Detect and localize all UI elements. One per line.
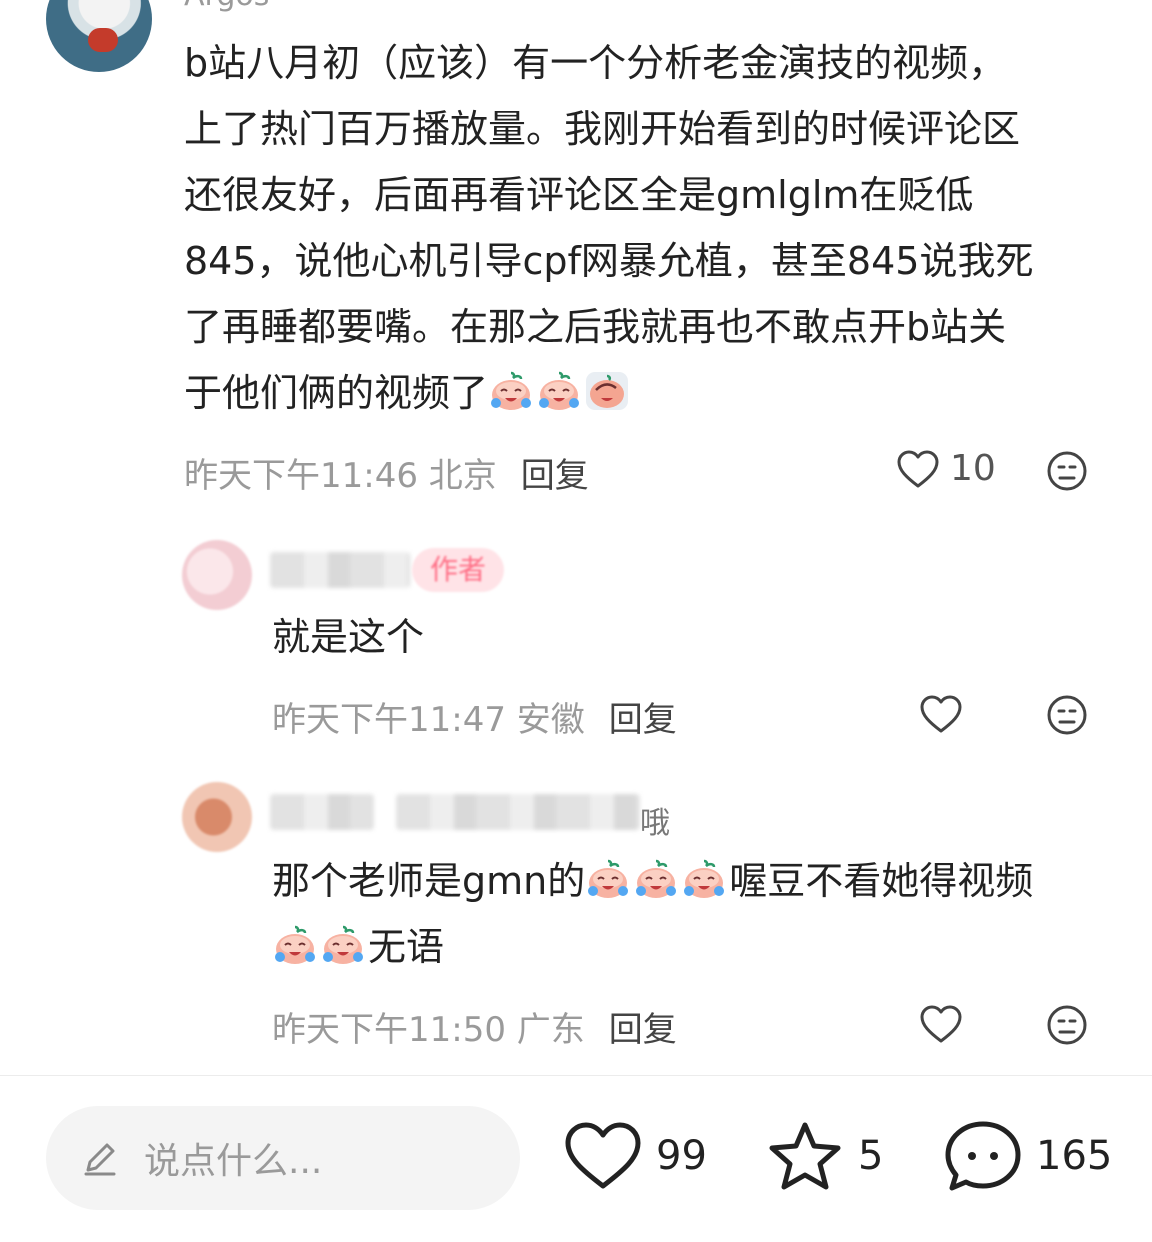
- reply-button[interactable]: 回复: [609, 1010, 677, 1050]
- comment-meta: 昨天下午11:50 广东 回复: [272, 1002, 677, 1051]
- heart-outline-icon: [919, 694, 963, 734]
- like-button[interactable]: 10: [896, 448, 996, 489]
- heart-outline-icon: [565, 1122, 641, 1189]
- comment-text-line: 845，说他心机引导cpf网暴允植，甚至845说我死: [184, 239, 1034, 283]
- bottom-action-bar: 说点什么... 99 5 165: [0, 1076, 1152, 1242]
- comment-text-line: 上了热门百万播放量。我刚开始看到的时候评论区: [184, 107, 1021, 151]
- star-outline-icon: [769, 1122, 841, 1190]
- like-button[interactable]: [919, 694, 963, 734]
- facepalm-peach-emoji: [584, 366, 630, 408]
- comment-count: 165: [1036, 1133, 1113, 1179]
- input-placeholder: 说点什么...: [144, 1141, 323, 1182]
- comment-text-line: 无语: [272, 914, 1122, 980]
- username-suffix: 哦: [640, 806, 670, 841]
- crying-peach-emoji: [633, 854, 679, 896]
- comment-time: 昨天下午11:46 北京: [184, 456, 497, 496]
- comment-time: 昨天下午11:47 安徽: [272, 700, 585, 740]
- author-badge: 作者: [412, 548, 505, 592]
- comment-text-line: 那个老师是gmn的 喔豆不看她得视频: [272, 848, 1122, 914]
- comment-text-span: 那个老师是gmn的: [272, 859, 586, 903]
- crying-peach-emoji: [320, 920, 366, 962]
- heart-outline-icon: [919, 1004, 963, 1044]
- avatar[interactable]: [182, 540, 252, 610]
- favorite-button[interactable]: 5: [766, 1120, 883, 1192]
- crying-peach-emoji: [272, 920, 318, 962]
- crying-peach-emoji: [536, 366, 582, 408]
- username-blurred: [396, 794, 640, 830]
- comment-text-line: 还很友好，后面再看评论区全是gmlglm在贬低: [184, 173, 974, 217]
- comment-text: 就是这个: [272, 604, 424, 670]
- comment-text-line: b站八月初（应该）有一个分析老金演技的视频，: [184, 41, 1007, 85]
- post-like-count: 99: [656, 1133, 707, 1179]
- comment-text-span: 于他们俩的视频了: [184, 371, 489, 415]
- crying-peach-emoji: [681, 854, 727, 896]
- comment-button[interactable]: 165: [944, 1120, 1112, 1192]
- reply-button[interactable]: 回复: [521, 456, 589, 496]
- comment-meta: 昨天下午11:47 安徽 回复: [272, 692, 677, 741]
- comment-text-span: 无语: [368, 925, 445, 969]
- post-like-button[interactable]: 99: [564, 1120, 707, 1192]
- crying-peach-emoji: [488, 366, 534, 408]
- comment-time: 昨天下午11:50 广东: [272, 1010, 585, 1050]
- comment-text-span: 喔豆不看她得视频: [729, 859, 1034, 903]
- avatar[interactable]: [182, 782, 252, 852]
- username-blurred[interactable]: [270, 552, 410, 588]
- comment-text: 那个老师是gmn的 喔豆不看她得视频 无语: [272, 848, 1122, 980]
- comment-text: b站八月初（应该）有一个分析老金演技的视频， 上了热门百万播放量。我刚开始看到的…: [184, 30, 1124, 426]
- speech-bubble-icon: [945, 1121, 1021, 1191]
- heart-outline-icon: [896, 449, 940, 489]
- comment-meta: 昨天下午11:46 北京 回复: [184, 448, 589, 497]
- comment-text-line: 于他们俩的视频了: [184, 360, 1124, 426]
- avatar[interactable]: [46, 0, 152, 72]
- comment-input[interactable]: 说点什么...: [46, 1106, 520, 1210]
- neutral-face-icon[interactable]: [1046, 694, 1088, 736]
- neutral-face-icon[interactable]: [1046, 450, 1088, 492]
- reply-button[interactable]: 回复: [609, 700, 677, 740]
- crying-peach-emoji: [585, 854, 631, 896]
- comment-text-line: 就是这个: [272, 615, 425, 659]
- username[interactable]: Argos: [184, 0, 269, 13]
- like-count: 10: [950, 448, 996, 489]
- neutral-face-icon[interactable]: [1046, 1004, 1088, 1046]
- username-blurred[interactable]: [270, 794, 374, 830]
- pencil-icon: [84, 1143, 116, 1176]
- comment-text-line: 了再睡都要嘴。在那之后我就再也不敢点开b站关: [184, 305, 1007, 349]
- like-button[interactable]: [919, 1004, 963, 1044]
- favorite-count: 5: [858, 1133, 884, 1179]
